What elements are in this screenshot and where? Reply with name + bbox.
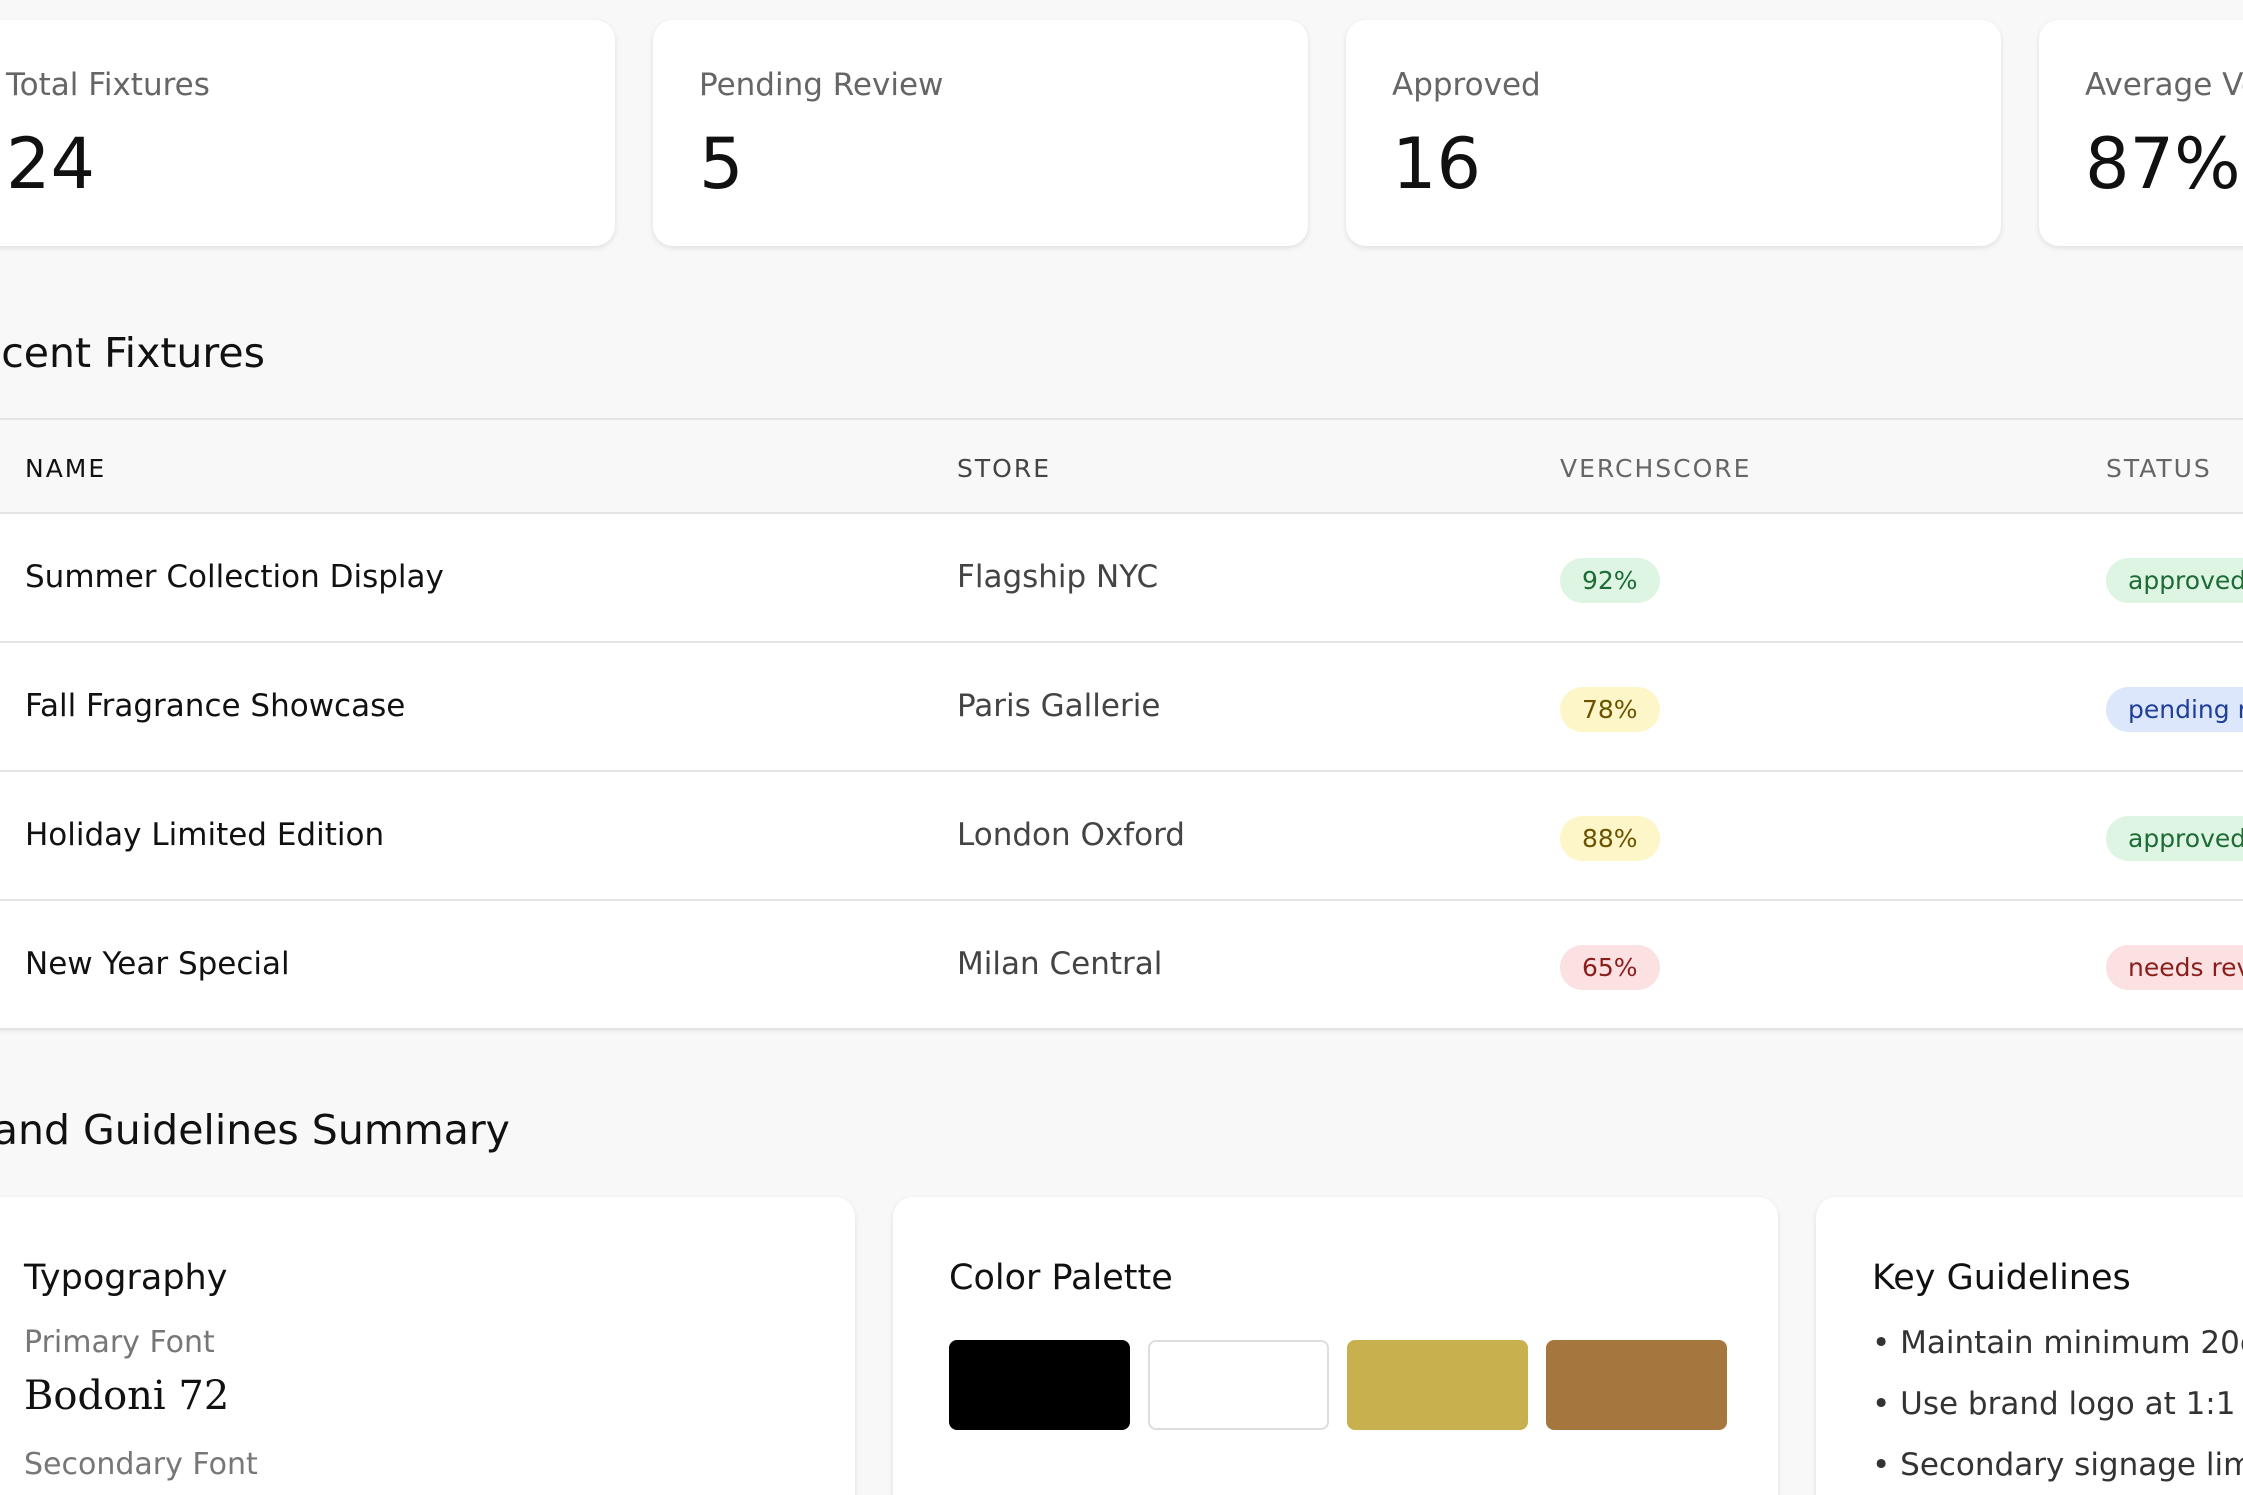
dashboard-page: Total Fixtures 24 Pending Review 5 Appro… bbox=[0, 0, 2243, 1495]
score-badge: 78% bbox=[1560, 687, 1660, 732]
fixture-store: Flagship NYC bbox=[957, 559, 1159, 595]
table-row[interactable]: Summer Collection Display Flagship NYC 9… bbox=[0, 514, 2243, 643]
typography-title: Typography bbox=[24, 1258, 228, 1298]
table-row[interactable]: Holiday Limited Edition London Oxford 88… bbox=[0, 772, 2243, 901]
stat-card-approved: Approved 16 bbox=[1346, 20, 2001, 246]
stat-card-average-score: Average Ve 87% bbox=[2039, 20, 2243, 246]
key-guidelines-card: Key Guidelines • Maintain minimum 20cm •… bbox=[1816, 1197, 2243, 1495]
color-swatch-white bbox=[1148, 1340, 1329, 1430]
list-item: • Secondary signage limite bbox=[1872, 1447, 2243, 1483]
fixture-name: Summer Collection Display bbox=[25, 559, 444, 595]
table-row[interactable]: New Year Special Milan Central 65% needs… bbox=[0, 901, 2243, 1028]
fixture-store: Milan Central bbox=[957, 946, 1163, 982]
status-badge: approved bbox=[2106, 816, 2243, 861]
secondary-font-label: Secondary Font bbox=[24, 1447, 258, 1482]
fixture-store: London Oxford bbox=[957, 817, 1185, 853]
color-swatch-black bbox=[949, 1340, 1130, 1430]
status-badge: pending r bbox=[2106, 687, 2243, 732]
stat-value: 24 bbox=[6, 123, 96, 205]
column-header-status[interactable]: STATUS bbox=[2106, 456, 2212, 481]
fixture-name: New Year Special bbox=[25, 946, 290, 982]
score-badge: 88% bbox=[1560, 816, 1660, 861]
score-badge: 65% bbox=[1560, 945, 1660, 990]
fixtures-table: NAME STORE VERCHSCORE STATUS Summer Coll… bbox=[0, 418, 2243, 1030]
stat-card-pending-review: Pending Review 5 bbox=[653, 20, 1308, 246]
status-badge: needs rev bbox=[2106, 945, 2243, 990]
status-badge: approved bbox=[2106, 558, 2243, 603]
color-swatch-bronze bbox=[1546, 1340, 1727, 1430]
stats-row: Total Fixtures 24 Pending Review 5 Appro… bbox=[0, 20, 2243, 246]
stat-card-total-fixtures: Total Fixtures 24 bbox=[0, 20, 615, 246]
color-palette-card: Color Palette bbox=[893, 1197, 1778, 1495]
stat-label: Total Fixtures bbox=[6, 67, 210, 103]
color-swatch-gold bbox=[1347, 1340, 1528, 1430]
table-row[interactable]: Fall Fragrance Showcase Paris Gallerie 7… bbox=[0, 643, 2243, 772]
score-badge: 92% bbox=[1560, 558, 1660, 603]
stat-label: Approved bbox=[1392, 67, 1541, 103]
stat-value: 87% bbox=[2085, 123, 2241, 205]
swatch-row bbox=[949, 1340, 1778, 1430]
key-guidelines-title: Key Guidelines bbox=[1872, 1258, 2131, 1298]
color-palette-title: Color Palette bbox=[949, 1258, 1173, 1298]
column-header-verchscore[interactable]: VERCHSCORE bbox=[1560, 456, 1751, 481]
column-header-store[interactable]: STORE bbox=[957, 456, 1051, 481]
stat-value: 16 bbox=[1392, 123, 1482, 205]
list-item: • Maintain minimum 20cm bbox=[1872, 1325, 2243, 1361]
brand-guidelines-title: rand Guidelines Summary bbox=[0, 1106, 510, 1154]
stat-label: Pending Review bbox=[699, 67, 944, 103]
typography-card: Typography Primary Font Bodoni 72 Second… bbox=[0, 1197, 855, 1495]
primary-font-label: Primary Font bbox=[24, 1325, 215, 1360]
table-header: NAME STORE VERCHSCORE STATUS bbox=[0, 420, 2243, 514]
fixture-store: Paris Gallerie bbox=[957, 688, 1161, 724]
stat-label: Average Ve bbox=[2085, 67, 2243, 103]
fixture-name: Fall Fragrance Showcase bbox=[25, 688, 406, 724]
column-header-name[interactable]: NAME bbox=[25, 456, 106, 481]
fixture-name: Holiday Limited Edition bbox=[25, 817, 385, 853]
guideline-list: • Maintain minimum 20cm • Use brand logo… bbox=[1872, 1328, 2243, 1481]
recent-fixtures-title: ecent Fixtures bbox=[0, 329, 265, 377]
list-item: • Use brand logo at 1:1 rati bbox=[1872, 1386, 2243, 1422]
primary-font-value: Bodoni 72 bbox=[24, 1373, 230, 1419]
stat-value: 5 bbox=[699, 123, 744, 205]
